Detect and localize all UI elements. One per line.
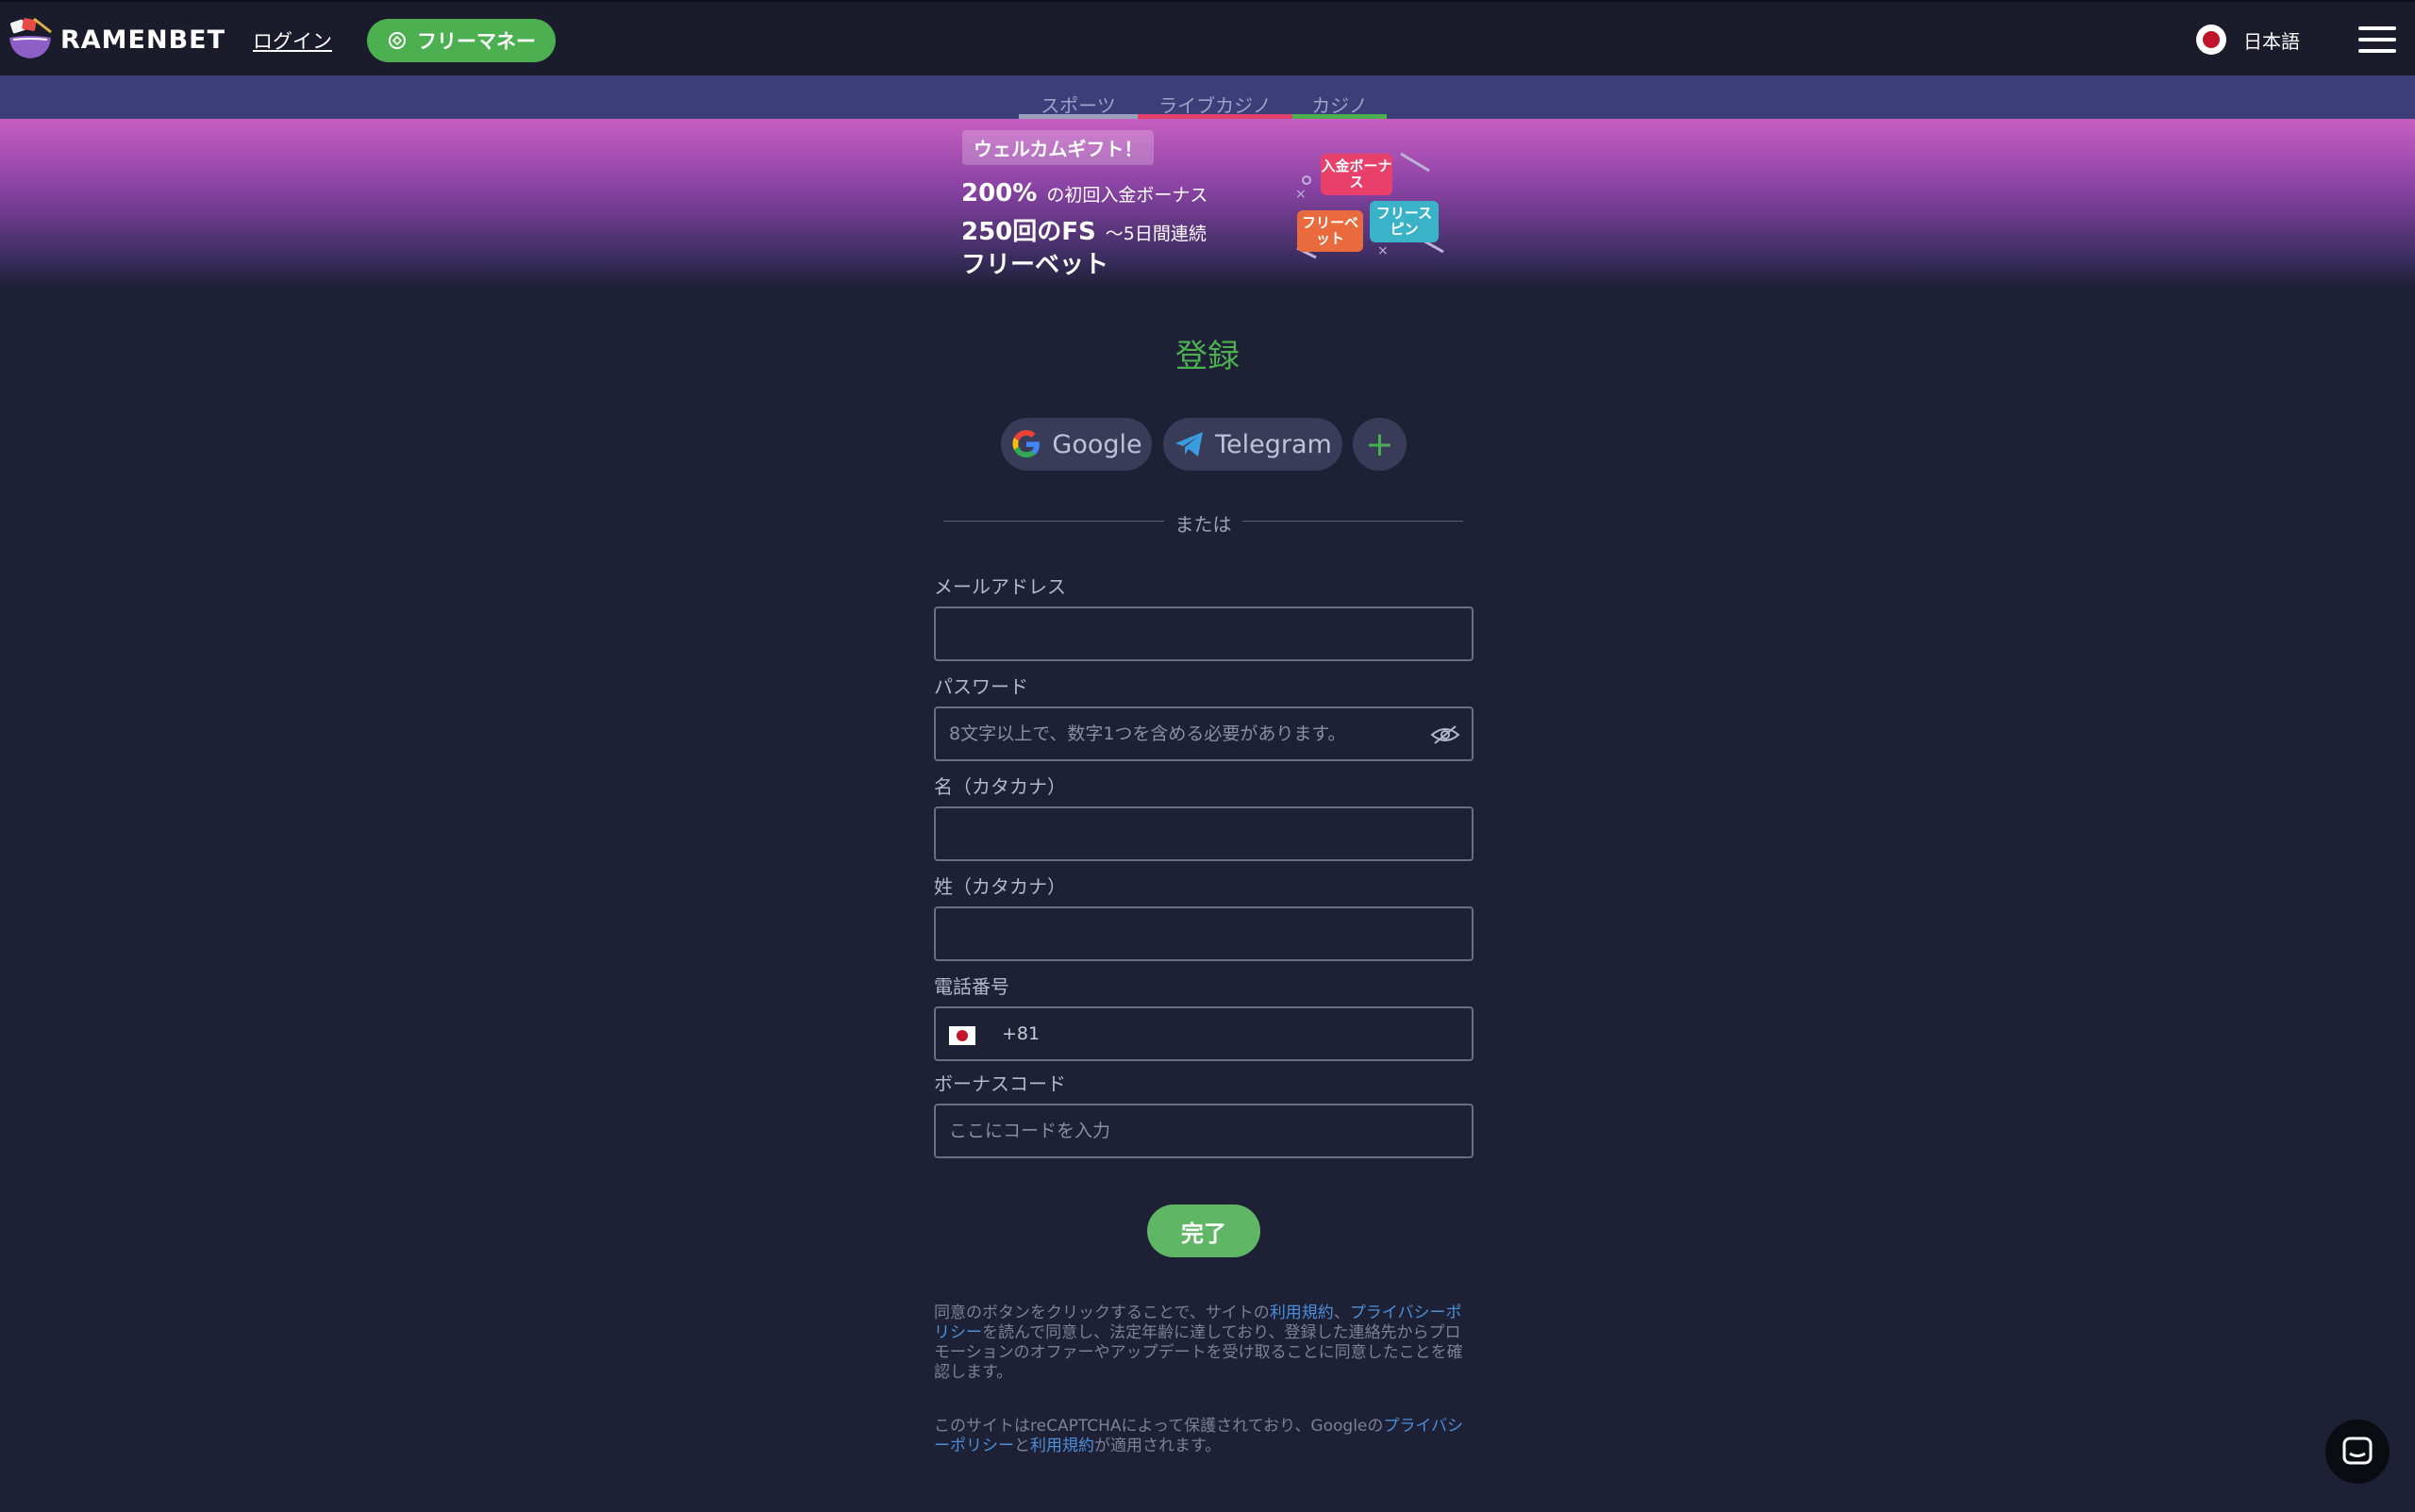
- promo-line-1: 200% の初回入金ボーナス: [961, 179, 1208, 208]
- password-label: パスワード: [934, 675, 1028, 698]
- recaptcha-terms-link[interactable]: 利用規約: [1030, 1437, 1094, 1455]
- last-name-label: 姓（カタカナ）: [934, 875, 1066, 898]
- hamburger-menu-icon[interactable]: [2358, 26, 2396, 55]
- tab-live-casino[interactable]: ライブカジノ: [1138, 91, 1292, 119]
- promo-free-spins: 250回のFS: [961, 218, 1096, 246]
- terms-text-separator: 、: [1333, 1304, 1350, 1322]
- promo-tile-deposit-bonus: 入金ボーナス: [1321, 154, 1392, 195]
- google-label: Google: [1052, 429, 1142, 459]
- category-bar: スポーツ ライブカジノ カジノ: [0, 75, 2415, 119]
- telegram-label: Telegram: [1215, 429, 1332, 459]
- chat-bubble-icon: [2342, 1437, 2373, 1465]
- top-header: RAMENBET ログイン フリーマネー 日本語: [0, 0, 2415, 75]
- phone-country-code: +81: [1002, 1023, 1041, 1044]
- bonus-code-wrapper: [934, 1104, 1474, 1158]
- login-link[interactable]: ログイン: [253, 26, 332, 55]
- first-name-field-wrapper: [934, 806, 1474, 861]
- tab-casino[interactable]: カジノ: [1292, 91, 1387, 119]
- promo-deposit-percent: 200%: [961, 179, 1038, 208]
- terms-text-suffix: を読んで同意し、法定年齢に達しており、登録した連絡先からプロモーションのオファー…: [934, 1323, 1463, 1382]
- plus-icon: +: [1365, 424, 1394, 464]
- recaptcha-notice: このサイトはreCAPTCHAによって保護されており、Googleのプライバシー…: [934, 1417, 1474, 1456]
- japan-flag-icon: [2196, 25, 2226, 55]
- eye-icon[interactable]: [1430, 723, 1460, 746]
- chat-icon[interactable]: [2325, 1420, 2390, 1484]
- google-signup-button[interactable]: Google: [1001, 418, 1152, 471]
- telegram-icon: [1175, 432, 1204, 457]
- free-money-label: フリーマネー: [417, 30, 536, 53]
- promo-free-spins-text: 〜5日間連続: [1105, 224, 1207, 244]
- promo-tile-free-bet: フリーベット: [1297, 210, 1363, 252]
- terms-link[interactable]: 利用規約: [1270, 1304, 1334, 1322]
- terms-notice: 同意のボタンをクリックすることで、サイトの利用規約、プライバシーポリシーを読んで…: [934, 1304, 1474, 1383]
- promo-badge: ウェルカムギフト！: [962, 130, 1155, 165]
- recaptcha-text-and: と: [1014, 1437, 1030, 1455]
- language-selector[interactable]: 日本語: [2196, 25, 2300, 55]
- password-field[interactable]: [936, 708, 1472, 759]
- promo-free-bet: フリーベット: [961, 251, 1109, 279]
- language-label: 日本語: [2243, 29, 2300, 53]
- phone-field[interactable]: +81: [934, 1006, 1474, 1061]
- tab-sports[interactable]: スポーツ: [1019, 91, 1138, 119]
- ramen-bowl-icon: [9, 17, 52, 58]
- telegram-signup-button[interactable]: Telegram: [1163, 418, 1342, 471]
- last-name-field-wrapper: [934, 906, 1474, 961]
- divider-left: [943, 521, 1164, 522]
- bonus-code-field[interactable]: [936, 1105, 1472, 1156]
- bonus-code-label: ボーナスコード: [934, 1072, 1066, 1095]
- first-name-label: 名（カタカナ）: [934, 775, 1066, 798]
- svg-text:×: ×: [1295, 187, 1307, 202]
- free-money-button[interactable]: フリーマネー: [367, 19, 556, 62]
- recaptcha-text-suffix: が適用されます。: [1094, 1437, 1222, 1455]
- page-title: 登録: [1175, 338, 1240, 375]
- brand-logo[interactable]: RAMENBET: [6, 15, 225, 64]
- brand-name: RAMENBET: [60, 25, 226, 55]
- recaptcha-text-prefix: このサイトはreCAPTCHAによって保護されており、Googleの: [934, 1417, 1384, 1436]
- submit-button[interactable]: 完了: [1147, 1205, 1260, 1257]
- terms-text-prefix: 同意のボタンをクリックすることで、サイトの: [934, 1304, 1270, 1322]
- password-field-wrapper: [934, 706, 1474, 761]
- gift-icon: [389, 32, 406, 49]
- phone-label: 電話番号: [934, 975, 1009, 998]
- email-label: メールアドレス: [934, 575, 1066, 598]
- more-signup-options-button[interactable]: +: [1353, 418, 1407, 471]
- google-icon: [1012, 430, 1041, 457]
- last-name-field[interactable]: [936, 908, 1472, 959]
- first-name-field[interactable]: [936, 808, 1472, 859]
- svg-text:×: ×: [1377, 243, 1389, 258]
- promo-deposit-text: の初回入金ボーナス: [1046, 185, 1208, 206]
- promo-tile-free-spins: フリースピン: [1370, 201, 1439, 242]
- or-separator: または: [1174, 513, 1232, 536]
- promo-line-2: 250回のFS 〜5日間連続: [961, 212, 1207, 247]
- promo-line-3: フリーベット: [961, 245, 1108, 280]
- email-field-wrapper: [934, 606, 1474, 661]
- email-field[interactable]: [936, 608, 1472, 659]
- japan-flag-icon[interactable]: [949, 1026, 975, 1045]
- divider-right: [1242, 521, 1463, 522]
